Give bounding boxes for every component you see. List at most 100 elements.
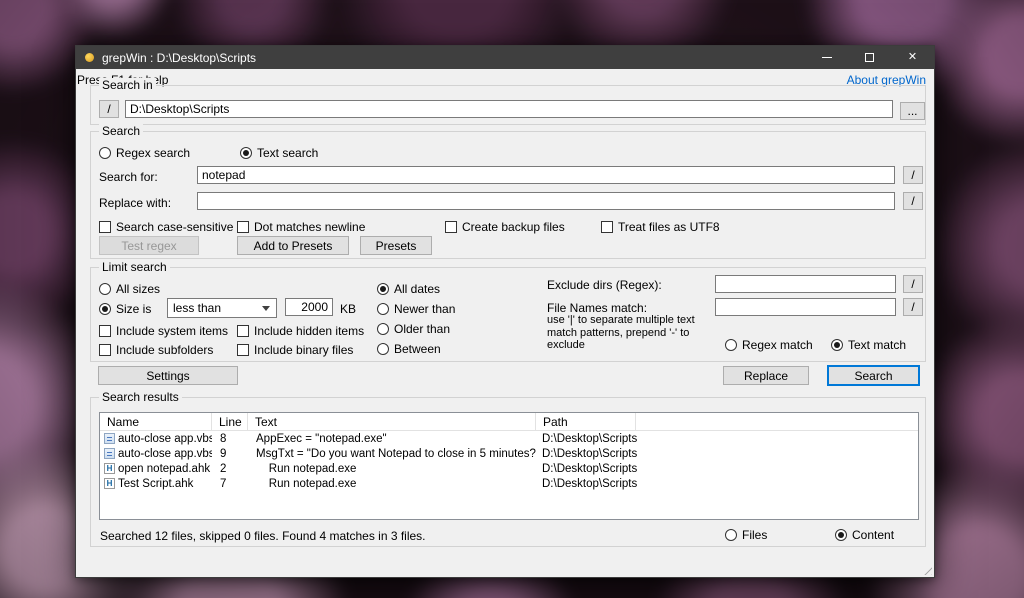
between-label: Between — [394, 342, 441, 356]
limit-search-group-label: Limit search — [99, 260, 170, 274]
presets-button[interactable]: Presets — [360, 236, 432, 255]
radio-icon — [99, 147, 111, 159]
newer-than-label: Newer than — [394, 302, 455, 316]
vbs-file-icon — [104, 448, 115, 459]
search-path-input[interactable] — [125, 100, 893, 118]
app-icon — [85, 53, 94, 62]
text-search-radio-label: Text search — [257, 146, 318, 160]
add-to-presets-button[interactable]: Add to Presets — [237, 236, 349, 255]
table-row[interactable]: auto-close app.vbs 9 MsgTxt = "Do you wa… — [100, 446, 918, 461]
close-button[interactable]: ✕ — [891, 46, 934, 69]
replace-button[interactable]: Replace — [723, 366, 809, 385]
radio-icon — [377, 323, 389, 335]
replace-with-input[interactable] — [197, 192, 895, 210]
column-header-name[interactable]: Name — [100, 413, 212, 430]
column-header-text[interactable]: Text — [248, 413, 536, 430]
newer-than-radio[interactable]: Newer than — [377, 302, 455, 316]
search-button[interactable]: Search — [827, 365, 920, 386]
result-line-number: 2 — [212, 463, 248, 475]
ahk-file-icon — [104, 463, 115, 474]
radio-selected-icon — [99, 303, 111, 315]
replace-with-regex-toggle-button[interactable]: / — [903, 192, 923, 210]
result-match-text: Run notepad.exe — [248, 463, 536, 475]
size-value-input[interactable] — [285, 298, 333, 316]
results-table: Name Line Text Path auto-close app.vbs 8… — [99, 412, 919, 520]
result-match-text: MsgTxt = "Do you want Notepad to close i… — [248, 448, 536, 460]
between-radio[interactable]: Between — [377, 342, 441, 356]
utf8-checkbox[interactable]: Treat files as UTF8 — [601, 220, 720, 234]
close-icon: ✕ — [908, 52, 917, 63]
table-row[interactable]: open notepad.ahk 2 Run notepad.exe D:\De… — [100, 461, 918, 476]
grepwin-window: grepWin : D:\Desktop\Scripts ✕ Press F1 … — [75, 45, 935, 578]
resize-grip[interactable] — [919, 562, 932, 575]
column-header-path[interactable]: Path — [536, 413, 636, 430]
size-unit-label: KB — [340, 302, 356, 316]
search-in-group-label: Search in — [99, 78, 156, 92]
radio-icon — [377, 303, 389, 315]
file-names-regex-toggle-button[interactable]: / — [903, 298, 923, 316]
include-system-checkbox[interactable]: Include system items — [99, 324, 228, 338]
settings-button[interactable]: Settings — [98, 366, 238, 385]
content-radio-label: Content — [852, 528, 894, 542]
title-bar[interactable]: grepWin : D:\Desktop\Scripts ✕ — [76, 46, 934, 69]
size-compare-dropdown[interactable]: less than — [167, 298, 277, 318]
table-row[interactable]: Test Script.ahk 7 Run notepad.exe D:\Des… — [100, 476, 918, 491]
regex-search-radio[interactable]: Regex search — [99, 146, 190, 160]
file-names-hint: use '|' to separate multiple text match … — [547, 314, 711, 352]
file-names-match-label: File Names match: — [547, 301, 647, 315]
replace-with-label: Replace with: — [99, 196, 171, 210]
all-dates-radio[interactable]: All dates — [377, 282, 440, 296]
case-sensitive-checkbox[interactable]: Search case-sensitive — [99, 220, 233, 234]
maximize-icon — [865, 53, 874, 62]
dot-matches-newline-label: Dot matches newline — [254, 220, 365, 234]
search-results-group: Search results Name Line Text Path auto-… — [90, 397, 926, 547]
result-path: D:\Desktop\Scripts — [536, 448, 736, 460]
result-file-name: Test Script.ahk — [118, 478, 193, 490]
regex-match-radio[interactable]: Regex match — [725, 338, 813, 352]
browse-folder-button[interactable]: ... — [900, 102, 925, 120]
content-radio[interactable]: Content — [835, 528, 894, 542]
exclude-dirs-regex-toggle-button[interactable]: / — [903, 275, 923, 293]
checkbox-icon — [237, 344, 249, 356]
size-is-label: Size is — [116, 302, 151, 316]
minimize-button[interactable] — [805, 46, 848, 69]
include-binary-label: Include binary files — [254, 343, 353, 357]
text-match-radio[interactable]: Text match — [831, 338, 906, 352]
files-radio-label: Files — [742, 528, 767, 542]
all-sizes-radio[interactable]: All sizes — [99, 282, 160, 296]
older-than-radio[interactable]: Older than — [377, 322, 450, 336]
create-backup-checkbox[interactable]: Create backup files — [445, 220, 565, 234]
search-for-regex-toggle-button[interactable]: / — [903, 166, 923, 184]
checkbox-icon — [237, 325, 249, 337]
text-search-radio[interactable]: Text search — [240, 146, 318, 160]
search-for-input[interactable] — [197, 166, 895, 184]
radio-selected-icon — [835, 529, 847, 541]
size-is-radio[interactable]: Size is — [99, 302, 151, 316]
test-regex-button[interactable]: Test regex — [99, 236, 199, 255]
checkbox-icon — [99, 325, 111, 337]
status-text: Searched 12 files, skipped 0 files. Foun… — [100, 529, 426, 543]
all-sizes-label: All sizes — [116, 282, 160, 296]
result-path: D:\Desktop\Scripts — [536, 463, 736, 475]
files-radio[interactable]: Files — [725, 528, 767, 542]
file-names-match-input[interactable] — [715, 298, 896, 316]
dot-matches-newline-checkbox[interactable]: Dot matches newline — [237, 220, 365, 234]
checkbox-icon — [601, 221, 613, 233]
include-subfolders-checkbox[interactable]: Include subfolders — [99, 343, 213, 357]
minimize-icon — [822, 57, 832, 58]
older-than-label: Older than — [394, 322, 450, 336]
maximize-button[interactable] — [848, 46, 891, 69]
include-binary-checkbox[interactable]: Include binary files — [237, 343, 353, 357]
table-row[interactable]: auto-close app.vbs 8 AppExec = "notepad.… — [100, 431, 918, 446]
exclude-dirs-label: Exclude dirs (Regex): — [547, 278, 662, 292]
column-header-line[interactable]: Line — [212, 413, 248, 430]
result-path: D:\Desktop\Scripts — [536, 478, 736, 490]
include-hidden-label: Include hidden items — [254, 324, 364, 338]
radio-selected-icon — [831, 339, 843, 351]
limit-search-group: Limit search All sizes Size is less than… — [90, 267, 926, 362]
checkbox-icon — [99, 344, 111, 356]
include-hidden-checkbox[interactable]: Include hidden items — [237, 324, 364, 338]
search-in-regex-toggle-button[interactable]: / — [99, 100, 119, 118]
search-group: Search Regex search Text search Search f… — [90, 131, 926, 259]
exclude-dirs-input[interactable] — [715, 275, 896, 293]
